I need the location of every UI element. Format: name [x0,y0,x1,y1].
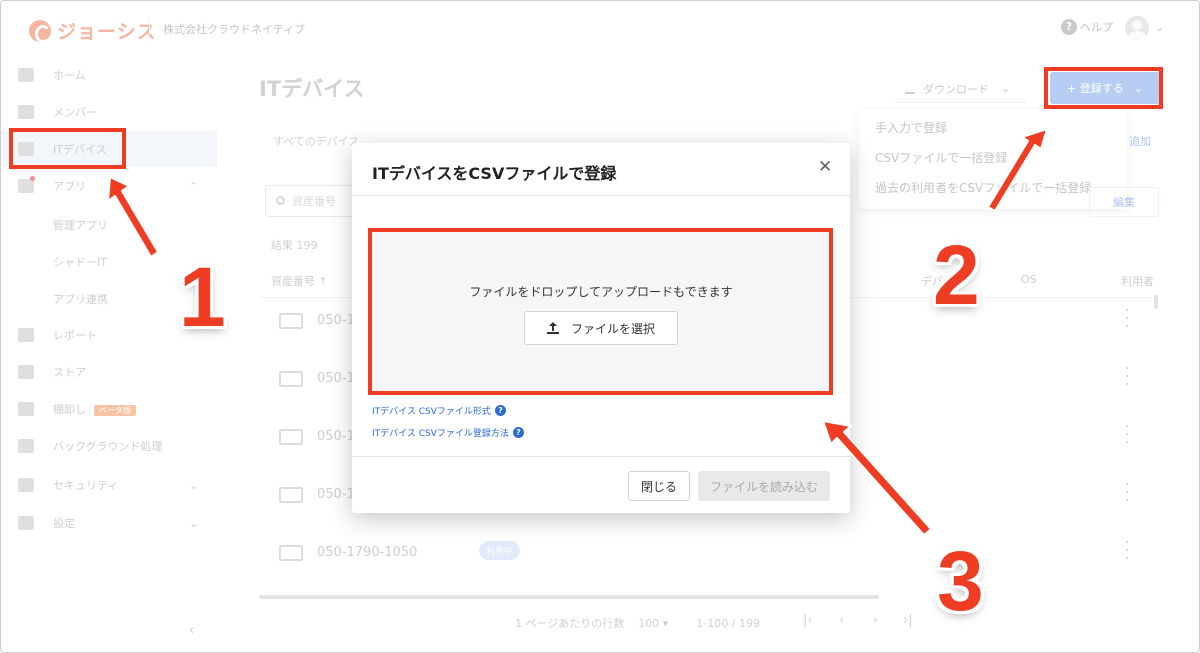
app-window: ジョーシス 株式会社クラウドネイティブ ? ヘルプ ⌄ ホーム メンバー ITデ… [0,0,1200,653]
arrow-3-icon [822,420,932,536]
step-number-1: 1 [179,250,226,344]
step-number-3: 3 [937,534,984,628]
arrow-2-icon [987,128,1048,212]
step-number-2: 2 [933,228,980,322]
arrow-1-icon [107,176,159,258]
